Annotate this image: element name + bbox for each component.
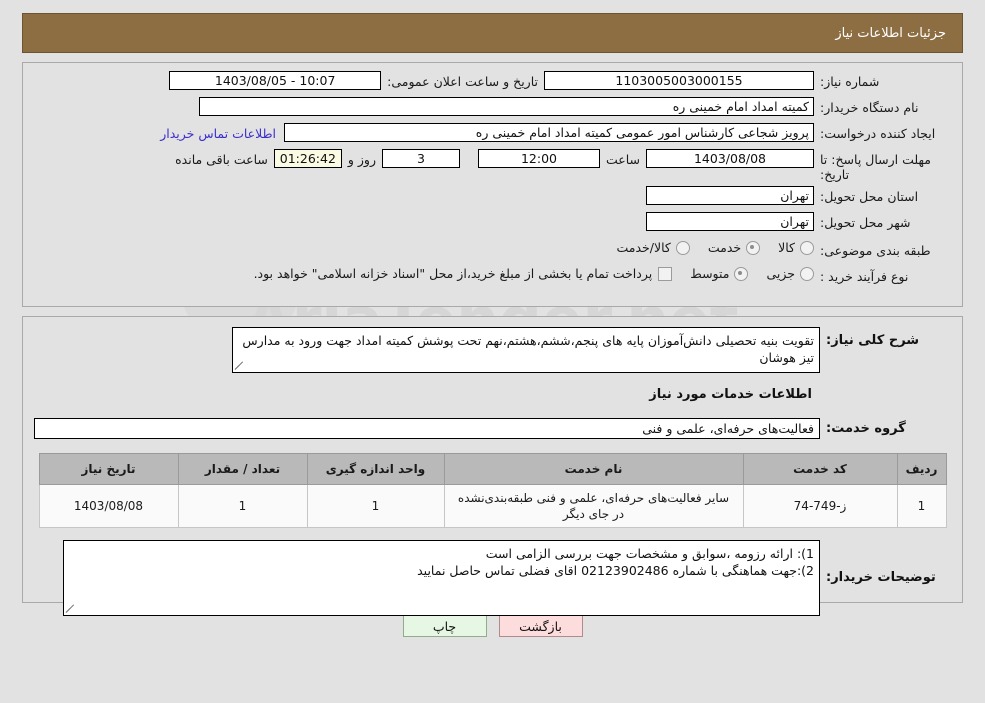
action-button-bar: بازگشت چاپ (0, 615, 985, 637)
general-description-label: شرح کلی نیاز: (826, 333, 920, 348)
resize-grip-icon[interactable] (235, 360, 246, 371)
buyer-notes-label: توضیحات خریدار: (826, 570, 936, 585)
row-purchase-process: نوع فرآیند خرید : جزیی متوسط پرداخت تمام… (33, 266, 952, 288)
row-request-creator: ایجاد کننده درخواست: پرویز شجاعی کارشناس… (33, 123, 952, 145)
page-root: AriaTender.net جزئیات اطلاعات نیاز شماره… (0, 0, 985, 703)
countdown-timer-label: ساعت باقی مانده (175, 152, 268, 167)
col-header-row-no: ردیف (896, 453, 947, 485)
radio-option-motevaset[interactable]: متوسط (690, 266, 749, 281)
reply-deadline-hour-field[interactable]: 12:00 (477, 149, 600, 168)
radio-label-kala-khedmat: کالا/خدمت (616, 240, 671, 255)
radio-option-kala-khedmat[interactable]: کالا/خدمت (616, 240, 690, 255)
table-header-row: ردیف کد خدمت نام خدمت واحد اندازه گیری ت… (38, 453, 947, 485)
buyer-notes-text: 1): ارائه رزومه ،سوابق و مشخصات جهت بررس… (417, 546, 814, 578)
radio-icon-kala[interactable] (800, 240, 814, 255)
remaining-days-field: 3 (381, 149, 460, 168)
cell-row-no: 1 (896, 484, 947, 528)
page-title: جزئیات اطلاعات نیاز (835, 25, 946, 41)
buyer-notes-textarea[interactable]: 1): ارائه رزومه ،سوابق و مشخصات جهت بررس… (63, 540, 820, 616)
buyer-org-field[interactable]: کمیته امداد امام خمینی ره (199, 97, 814, 116)
need-number-field[interactable]: 1103005003000155 (544, 71, 814, 90)
col-header-unit: واحد اندازه گیری (306, 453, 445, 485)
treasury-payment-note: پرداخت تمام یا بخشی از مبلغ خرید،از محل … (253, 266, 653, 281)
col-header-service-code: کد خدمت (742, 453, 898, 485)
row-buyer-notes: توضیحات خریدار: 1): ارائه رزومه ،سوابق و… (33, 540, 952, 616)
row-service-group: گروه خدمت: فعالیت‌های حرفه‌ای، علمی و فن… (33, 418, 952, 439)
col-header-service-name: نام خدمت (443, 453, 744, 485)
row-delivery-province: استان محل تحویل: تهران (33, 186, 952, 208)
checkbox-icon-treasury-payment[interactable] (658, 266, 673, 281)
purchase-process-label: نوع فرآیند خرید : (820, 269, 909, 284)
treasury-payment-checkbox-option[interactable]: پرداخت تمام یا بخشی از مبلغ خرید،از محل … (254, 266, 673, 281)
delivery-city-field[interactable]: تهران (646, 212, 814, 231)
delivery-province-field[interactable]: تهران (646, 186, 814, 205)
radio-label-jozei: جزیی (766, 266, 795, 281)
reply-deadline-label: مهلت ارسال پاسخ: تا تاریخ: (820, 152, 931, 182)
row-general-description: شرح کلی نیاز: تقویت بنیه تحصیلی دانش‌آمو… (33, 327, 952, 373)
radio-option-khedmat[interactable]: خدمت (707, 240, 761, 255)
radio-option-kala[interactable]: کالا (778, 240, 814, 255)
row-reply-deadline: مهلت ارسال پاسخ: تا تاریخ: 1403/08/08 سا… (33, 149, 952, 182)
row-buyer-org: نام دستگاه خریدار: کمیته امداد امام خمین… (33, 97, 952, 119)
delivery-province-label: استان محل تحویل: (820, 189, 919, 204)
need-details-panel: شرح کلی نیاز: تقویت بنیه تحصیلی دانش‌آمو… (22, 316, 963, 616)
services-section-heading: اطلاعات خدمات مورد نیاز (649, 387, 812, 402)
row-need-number: شماره نیاز: 1103005003000155 تاریخ و ساع… (33, 71, 952, 93)
radio-icon-khedmat[interactable] (746, 240, 761, 255)
need-number-label: شماره نیاز: (820, 74, 880, 89)
subject-classification-label: طبقه بندی موضوعی: (820, 243, 931, 258)
table-row: 1 ز-749-74 سایر فعالیت‌های حرفه‌ای، علمی… (38, 484, 947, 528)
row-delivery-city: شهر محل تحویل: تهران (33, 212, 952, 234)
page-title-bar: جزئیات اطلاعات نیاز (22, 13, 963, 53)
radio-label-khedmat: خدمت (707, 240, 742, 255)
radio-icon-jozei[interactable] (800, 266, 814, 281)
col-header-need-date: تاریخ نیاز (38, 453, 179, 485)
reply-deadline-hour-label: ساعت (605, 152, 640, 167)
need-summary-panel: شماره نیاز: 1103005003000155 تاریخ و ساع… (22, 62, 963, 307)
reply-deadline-date-field[interactable]: 1403/08/08 (646, 149, 814, 168)
service-items-table: ردیف کد خدمت نام خدمت واحد اندازه گیری ت… (38, 453, 947, 528)
resize-grip-icon[interactable] (66, 603, 77, 614)
countdown-timer-field: 01:26:42 (273, 149, 342, 168)
print-button[interactable]: چاپ (402, 615, 487, 637)
cell-service-name: سایر فعالیت‌های حرفه‌ای، علمی و فنی طبقه… (443, 484, 744, 528)
radio-label-kala: کالا (778, 240, 795, 255)
general-description-text: تقویت بنیه تحصیلی دانش‌آموزان پایه های پ… (242, 333, 814, 365)
remaining-days-label: روز و (347, 152, 376, 167)
back-button[interactable]: بازگشت (498, 615, 583, 637)
buyer-contact-link[interactable]: اطلاعات تماس خریدار (152, 123, 284, 141)
row-subject-classification: طبقه بندی موضوعی: کالا خدمت کالا/خدمت (33, 240, 952, 262)
col-header-quantity: تعداد / مقدار (177, 453, 308, 485)
service-group-field[interactable]: فعالیت‌های حرفه‌ای، علمی و فنی (34, 418, 820, 439)
delivery-city-label: شهر محل تحویل: (820, 215, 911, 230)
radio-icon-kala-khedmat[interactable] (675, 240, 690, 255)
cell-quantity: 1 (177, 484, 308, 528)
buyer-org-label: نام دستگاه خریدار: (820, 100, 919, 115)
cell-need-date: 1403/08/08 (38, 484, 179, 528)
general-description-textarea[interactable]: تقویت بنیه تحصیلی دانش‌آموزان پایه های پ… (232, 327, 820, 373)
request-creator-label: ایجاد کننده درخواست: (820, 126, 936, 141)
cell-service-code: ز-749-74 (742, 484, 898, 528)
public-announce-field[interactable]: 1403/08/05 - 10:07 (169, 71, 382, 90)
request-creator-field[interactable]: پرویز شجاعی کارشناس امور عمومی کمیته امد… (284, 123, 814, 142)
radio-label-motevaset: متوسط (690, 266, 730, 281)
cell-unit: 1 (306, 484, 445, 528)
service-group-label: گروه خدمت: (826, 421, 906, 436)
radio-icon-motevaset[interactable] (734, 266, 749, 281)
radio-option-jozei[interactable]: جزیی (766, 266, 814, 281)
public-announce-label: تاریخ و ساعت اعلان عمومی: (387, 74, 538, 89)
